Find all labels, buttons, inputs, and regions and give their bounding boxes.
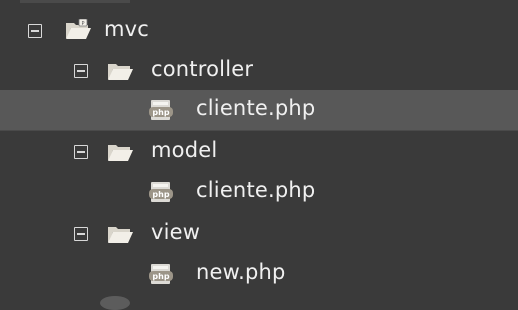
tree-node-label: new.php (196, 260, 286, 284)
file-tree: P mvc controller cliente.php model clien… (0, 0, 518, 310)
tree-node-model[interactable]: model (0, 132, 518, 172)
tree-node-mvc[interactable]: P mvc (0, 11, 518, 51)
tree-node-controller-cliente-php[interactable]: cliente.php (0, 90, 518, 131)
folder-open-icon (108, 64, 133, 80)
tree-node-label: cliente.php (196, 96, 316, 120)
tree-node-view[interactable]: view (0, 214, 518, 254)
collapse-toggle-icon[interactable] (74, 145, 88, 159)
tree-node-label: mvc (104, 17, 150, 41)
php-file-icon (149, 100, 173, 120)
svg-text:P: P (81, 21, 84, 27)
php-file-icon (149, 182, 173, 202)
tree-node-controller[interactable]: controller (0, 51, 518, 91)
folder-open-icon (108, 145, 133, 161)
collapse-toggle-icon[interactable] (74, 64, 88, 78)
scrolled-row-edge (20, 0, 130, 3)
tree-node-label: controller (151, 57, 254, 81)
php-file-icon (149, 264, 173, 284)
tree-node-view-new-php[interactable]: new.php (0, 254, 518, 294)
collapse-toggle-icon[interactable] (28, 24, 42, 38)
folder-open-icon (108, 227, 133, 243)
collapse-toggle-icon[interactable] (74, 227, 88, 241)
tree-node-label: view (151, 220, 201, 244)
tree-node-label: model (151, 138, 218, 162)
partially-visible-icon (100, 296, 130, 310)
tree-node-label: cliente.php (196, 178, 316, 202)
tree-node-model-cliente-php[interactable]: cliente.php (0, 172, 518, 212)
project-folder-icon: P (66, 19, 91, 39)
